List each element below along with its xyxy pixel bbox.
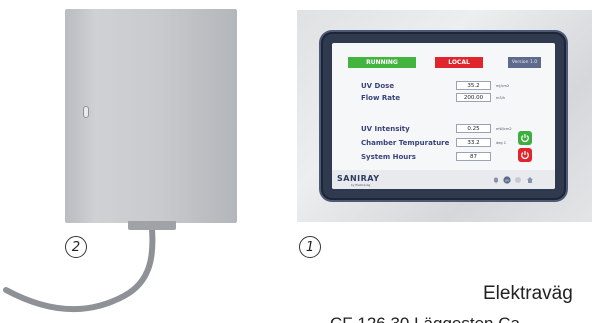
power-on-button[interactable] <box>518 131 532 145</box>
caption-address: CF 126 30 Läggesten Ca <box>330 314 520 323</box>
uv-dose-unit: mJ/cm2 <box>496 84 510 88</box>
screen-footer: SANIRAY by Elektraväg UV <box>332 170 555 189</box>
chamber-temperature-value: 33.2 <box>456 138 491 147</box>
callout-number-1: 1 <box>299 236 321 258</box>
cable-gland <box>128 221 176 230</box>
status-local-badge[interactable]: LOCAL <box>435 57 483 68</box>
caption-company: Elektraväg <box>483 283 573 304</box>
power-off-button[interactable] <box>518 148 532 162</box>
status-running-badge[interactable]: RUNNING <box>348 57 416 68</box>
uv-intensity-unit: mW/cm2 <box>496 127 512 131</box>
uv-intensity-value: 0.25 <box>456 124 491 133</box>
logo-subtitle: by Elektraväg <box>351 183 371 187</box>
callout-number-2: 2 <box>65 236 87 258</box>
control-cabinet <box>65 9 237 223</box>
uv-dose-value: 35.2 <box>456 81 491 90</box>
product-figure: { "callouts": { "cabinet_number": "2", "… <box>0 0 592 323</box>
flow-rate-value: 200.00 <box>456 93 491 102</box>
cabinet-lock-icon <box>83 106 89 118</box>
power-on-icon <box>521 134 529 143</box>
chamber-temperature-label: Chamber Tempurature <box>361 139 450 147</box>
uv-lamp-icon[interactable]: UV <box>503 176 511 184</box>
power-off-icon <box>521 151 529 160</box>
version-button[interactable]: Version 1.0 <box>508 57 541 68</box>
status-dot-icon[interactable] <box>514 176 522 184</box>
flow-rate-unit: m3/h <box>496 96 506 100</box>
uv-intensity-label: UV Intensity <box>361 125 410 133</box>
uv-dose-label: UV Dose <box>361 82 395 90</box>
chamber-temperature-unit: deg C <box>496 141 507 145</box>
hmi-screen: RUNNING LOCAL Version 1.0 UV Dose 35.2 m… <box>332 43 555 189</box>
alarm-bell-icon[interactable] <box>492 176 500 184</box>
home-icon[interactable] <box>526 176 534 184</box>
system-hours-value: 87 <box>456 152 491 161</box>
system-hours-label: System Hours <box>361 153 416 161</box>
flow-rate-label: Flow Rate <box>361 94 401 102</box>
saniray-logo: SANIRAY <box>337 174 380 183</box>
